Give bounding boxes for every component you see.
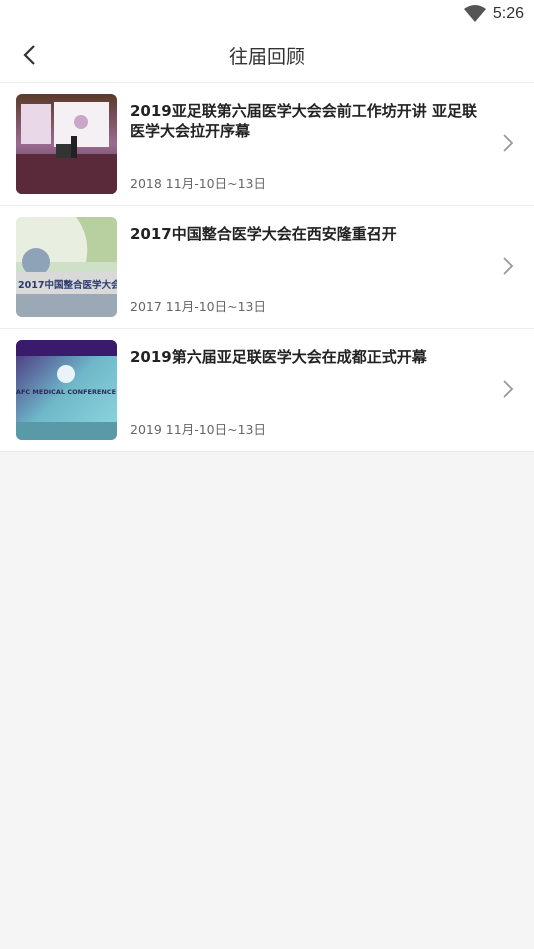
- item-date: 2019 11月-10日~13日: [130, 422, 266, 437]
- list-item[interactable]: 2017中国整合医学大会 2017中国整合医学大会在西安隆重召开 2017 11…: [0, 206, 534, 329]
- conference-screen-image: AFC MEDICAL CONFERENCE: [16, 340, 117, 440]
- screen: 5:26 往届回顾 2019亚足联第六届医学大会会前工作坊开讲 亚足联医学大会拉…: [0, 0, 534, 949]
- item-title: 2017中国整合医学大会在西安隆重召开: [130, 225, 397, 243]
- thumb-sign-text: 2017中国整合医学大会: [18, 279, 117, 291]
- chevron-right-icon: [503, 134, 514, 152]
- item-thumbnail: [16, 94, 117, 194]
- status-bar: 5:26: [0, 0, 534, 30]
- chevron-right-icon: [503, 380, 514, 398]
- list-item[interactable]: AFC MEDICAL CONFERENCE 2019第六届亚足联医学大会在成都…: [0, 329, 534, 452]
- status-time: 5:26: [492, 5, 524, 22]
- conference-sign-image: 2017中国整合医学大会: [16, 217, 117, 317]
- item-date: 2018 11月-10日~13日: [130, 176, 266, 191]
- wifi-icon: [464, 5, 486, 22]
- item-title: 2019亚足联第六届医学大会会前工作坊开讲 亚足联医学大会拉开序幕: [130, 102, 477, 140]
- review-list: 2019亚足联第六届医学大会会前工作坊开讲 亚足联医学大会拉开序幕 2018 1…: [0, 83, 534, 452]
- item-thumbnail: AFC MEDICAL CONFERENCE: [16, 340, 117, 440]
- chevron-right-icon: [503, 257, 514, 275]
- item-thumbnail: 2017中国整合医学大会: [16, 217, 117, 317]
- list-item[interactable]: 2019亚足联第六届医学大会会前工作坊开讲 亚足联医学大会拉开序幕 2018 1…: [0, 83, 534, 206]
- thumb-screen-text: AFC MEDICAL CONFERENCE: [16, 388, 116, 396]
- nav-bar: 往届回顾: [0, 30, 534, 83]
- item-date: 2017 11月-10日~13日: [130, 299, 266, 314]
- page-title: 往届回顾: [228, 46, 305, 68]
- conference-stage-image: [16, 94, 117, 194]
- item-title: 2019第六届亚足联医学大会在成都正式开幕: [130, 348, 427, 366]
